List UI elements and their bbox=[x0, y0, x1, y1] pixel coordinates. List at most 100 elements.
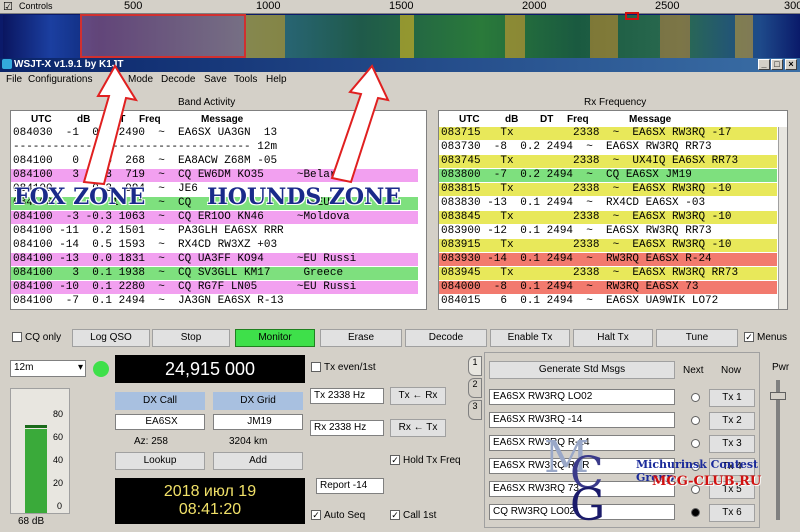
tx-from-rx-button[interactable]: Tx ← Rx bbox=[390, 387, 446, 405]
dx-grid-label: DX Grid bbox=[213, 392, 303, 410]
rx-frequency-title: Rx Frequency bbox=[584, 97, 647, 108]
rx-scrollbar[interactable] bbox=[778, 127, 787, 309]
tick-label: 2000 bbox=[522, 0, 547, 12]
tab-3[interactable]: 3 bbox=[468, 400, 482, 420]
rx-freq-spinbox[interactable]: Rx 2338 Hz bbox=[310, 420, 384, 436]
log-qso-button[interactable]: Log QSO bbox=[72, 329, 150, 347]
rx-from-tx-button[interactable]: Rx ← Tx bbox=[390, 419, 446, 437]
tick-label: 2500 bbox=[655, 0, 680, 12]
tick-label: 300 bbox=[784, 0, 800, 12]
message-row[interactable]: 083730 -8 0.2 2494 ~ EA6SX RW3RQ RR73 bbox=[439, 141, 777, 154]
message-row[interactable]: 083715 Tx 2338 ~ EA6SX RW3RQ -17 bbox=[439, 127, 777, 140]
hold-tx-freq-checkbox[interactable]: ✓ bbox=[390, 455, 400, 465]
menu-file[interactable]: File bbox=[6, 74, 22, 85]
tune-button[interactable]: Tune bbox=[656, 329, 738, 347]
col-dt: DT bbox=[540, 114, 554, 125]
dx-call-field[interactable]: EA6SX bbox=[115, 414, 205, 430]
tx-1-radio[interactable] bbox=[691, 393, 700, 402]
fox-zone-label: FOX ZONE bbox=[14, 184, 146, 210]
col-freq: Freq bbox=[567, 114, 589, 125]
message-row[interactable]: 084000 -8 0.1 2494 ~ RW3RQ EA6SX 73 bbox=[439, 281, 777, 294]
add-button[interactable]: Add bbox=[213, 452, 303, 470]
rx-frequency-marker[interactable] bbox=[625, 12, 639, 20]
tx-3-radio[interactable] bbox=[691, 439, 700, 448]
message-row[interactable]: 083945 Tx 2338 ~ EA6SX RW3RQ RR73 bbox=[439, 267, 777, 280]
message-row[interactable]: 084100 -3 -0.3 1063 ~ CQ ER1OO KN46 ~Mol… bbox=[11, 211, 418, 224]
tx-1-button[interactable]: Tx 1 bbox=[709, 389, 755, 407]
tx-6-button[interactable]: Tx 6 bbox=[709, 504, 755, 522]
hounds-zone-label: HOUNDS ZONE bbox=[207, 184, 401, 210]
tx-6-radio[interactable] bbox=[691, 508, 700, 517]
tab-1[interactable]: 1 bbox=[468, 356, 482, 376]
chevron-down-icon: ▾ bbox=[77, 362, 83, 373]
tx-2-button[interactable]: Tx 2 bbox=[709, 412, 755, 430]
signal-bar bbox=[25, 429, 47, 513]
generate-std-msgs-button[interactable]: Generate Std Msgs bbox=[489, 361, 675, 379]
hounds-arrow bbox=[330, 64, 390, 184]
stop-button[interactable]: Stop bbox=[152, 329, 230, 347]
report-spinbox[interactable]: Report -14 bbox=[316, 478, 384, 494]
power-slider-handle[interactable] bbox=[770, 392, 786, 400]
tick-label: 1500 bbox=[389, 0, 414, 12]
azimuth-label: Az: 258 bbox=[134, 436, 168, 447]
menus-label: Menus bbox=[757, 332, 788, 343]
power-slider-track[interactable] bbox=[776, 380, 780, 520]
message-row[interactable]: 084100 -14 0.5 1593 ~ RX4CD RW3XZ +03 bbox=[11, 239, 418, 252]
auto-seq-label: Auto Seq bbox=[324, 510, 366, 521]
tx-freq-spinbox[interactable]: Tx 2338 Hz bbox=[310, 388, 384, 404]
erase-button[interactable]: Erase bbox=[320, 329, 402, 347]
dx-grid-field[interactable]: JM19 bbox=[213, 414, 303, 430]
pwr-label: Pwr bbox=[772, 362, 790, 373]
lookup-button[interactable]: Lookup bbox=[115, 452, 205, 470]
menus-checkbox[interactable]: ✓ bbox=[744, 332, 754, 342]
tx-message-2-field[interactable]: EA6SX RW3RQ -14 bbox=[489, 412, 675, 428]
control-row: CQ only Log QSO Stop Monitor Erase Decod… bbox=[0, 326, 800, 350]
controls-checkbox[interactable]: ☑ bbox=[3, 0, 13, 13]
tx-message-1-field[interactable]: EA6SX RW3RQ LO02 bbox=[489, 389, 675, 405]
cq-only-checkbox[interactable] bbox=[12, 332, 22, 342]
minimize-icon[interactable]: _ bbox=[758, 59, 770, 70]
signal-peak bbox=[25, 425, 47, 428]
col-message: Message bbox=[629, 114, 672, 125]
close-icon[interactable]: × bbox=[785, 59, 797, 70]
fox-arrow bbox=[82, 64, 139, 186]
rx-frequency-list[interactable]: 083715 Tx 2338 ~ EA6SX RW3RQ -17 083730 -… bbox=[439, 127, 779, 309]
tab-2[interactable]: 2 bbox=[468, 378, 482, 398]
cq-only-label: CQ only bbox=[25, 332, 62, 343]
band-select[interactable]: 12m ▾ bbox=[10, 360, 86, 377]
controls-label: Controls bbox=[19, 1, 53, 11]
decode-button[interactable]: Decode bbox=[405, 329, 487, 347]
frequency-ruler: ☑ Controls 500 1000 1500 2000 2500 300 bbox=[0, 0, 800, 14]
hold-tx-freq-label: Hold Tx Freq bbox=[403, 455, 461, 466]
halt-tx-button[interactable]: Halt Tx bbox=[573, 329, 653, 347]
tick-label: 500 bbox=[124, 0, 143, 12]
meter-tick: 20 bbox=[53, 478, 64, 488]
message-row[interactable]: 083845 Tx 2338 ~ EA6SX RW3RQ -10 bbox=[439, 211, 777, 224]
message-row[interactable]: 083815 Tx 2338 ~ EA6SX RW3RQ -10 bbox=[439, 183, 777, 196]
message-row[interactable]: 084100 -7 0.1 2494 ~ JA3GN EA6SX R-13 bbox=[11, 295, 418, 308]
rx-frequency-panel[interactable]: UTC dB DT Freq Message 083715 Tx 2338 ~ … bbox=[438, 110, 788, 310]
message-row[interactable]: 083915 Tx 2338 ~ EA6SX RW3RQ -10 bbox=[439, 239, 777, 252]
maximize-icon[interactable]: □ bbox=[771, 59, 783, 70]
dx-call-label: DX Call bbox=[115, 392, 205, 410]
fox-zone-highlight bbox=[80, 14, 246, 58]
message-row[interactable]: 084015 6 0.1 2494 ~ EA6SX UA9WIK LO72 bbox=[439, 295, 777, 308]
frequency-display: 24,915 000 bbox=[115, 355, 305, 383]
message-row[interactable]: 083800 -7 0.2 2494 ~ CQ EA6SX JM19 bbox=[439, 169, 777, 182]
enable-tx-button[interactable]: Enable Tx bbox=[490, 329, 570, 347]
message-row[interactable]: 083830 -13 0.1 2494 ~ RX4CD EA6SX -03 bbox=[439, 197, 777, 210]
tx-2-radio[interactable] bbox=[691, 416, 700, 425]
message-row[interactable]: 084100 3 0.1 1938 ~ CQ SV3GLL KM17 Greec… bbox=[11, 267, 418, 280]
tx-even-checkbox[interactable] bbox=[311, 362, 321, 372]
message-row[interactable]: 084100 -11 0.2 1501 ~ PA3GLH EA6SX RRR bbox=[11, 225, 418, 238]
message-row[interactable]: 083745 Tx 2338 ~ UX4IQ EA6SX RR73 bbox=[439, 155, 777, 168]
auto-seq-checkbox[interactable]: ✓ bbox=[311, 510, 321, 520]
message-row[interactable]: 083900 -12 0.1 2494 ~ EA6SX RW3RQ RR73 bbox=[439, 225, 777, 238]
distance-label: 3204 km bbox=[229, 436, 268, 447]
message-row[interactable]: 084100 -10 0.1 2280 ~ CQ RG7F LN05 ~EU R… bbox=[11, 281, 418, 294]
message-row[interactable]: 083930 -14 0.1 2494 ~ RW3RQ EA6SX R-24 bbox=[439, 253, 777, 266]
monitor-button[interactable]: Monitor bbox=[235, 329, 315, 347]
tx-3-button[interactable]: Tx 3 bbox=[709, 435, 755, 453]
call-1st-checkbox[interactable]: ✓ bbox=[390, 510, 400, 520]
message-row[interactable]: 084100 -13 0.0 1831 ~ CQ UA3FF KO94 ~EU … bbox=[11, 253, 418, 266]
